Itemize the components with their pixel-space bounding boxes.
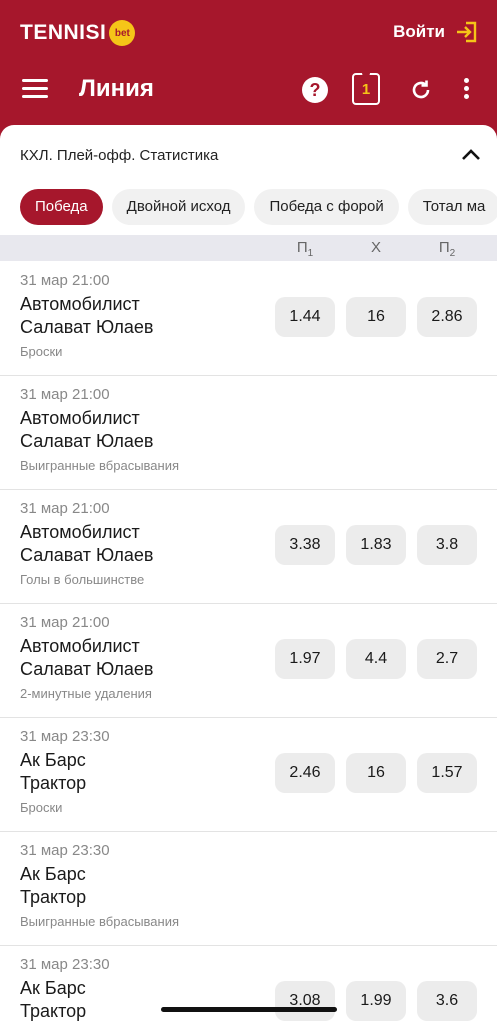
event-market: Выигранные вбрасывания [20, 914, 180, 929]
event-team-home: Автомобилист [20, 408, 140, 428]
league-title: КХЛ. Плей-офф. Статистика [20, 147, 219, 164]
odd-p2-button[interactable]: 1.57 [417, 753, 477, 793]
event-time: 31 мар 21:00 [20, 272, 110, 289]
event-team-home: Автомобилист [20, 294, 140, 314]
market-filter-tabs: Победа Двойной исход Победа с форой Тотал м… [20, 189, 497, 225]
top-app-bar: TENNISI bet Войти Линия ? 1 [0, 0, 497, 125]
event-team-home: Ак Барс [20, 978, 86, 998]
odd-p1-button[interactable]: 1.44 [275, 297, 335, 337]
event-time: 31 мар 21:00 [20, 500, 110, 517]
event-team-away: Салават Юлаев [20, 317, 154, 337]
filter-chip-win[interactable]: Победа [20, 189, 103, 225]
brand-logo: TENNISI bet [20, 20, 136, 46]
event-team-away: Трактор [20, 773, 87, 793]
login-icon [457, 21, 477, 43]
home-indicator[interactable] [161, 1007, 337, 1012]
login-label: Войти [393, 22, 445, 41]
event-row[interactable]: 31 мар 21:00 Автомобилист Салават Юлаев … [0, 376, 497, 490]
event-row[interactable]: 31 мар 23:30 Ак Барс Трактор Выигранные … [0, 832, 497, 946]
brand-badge: bet [109, 20, 136, 46]
column-p1: П1 [296, 239, 314, 259]
filter-chip-handicap[interactable]: Победа с форой [254, 189, 399, 225]
event-team-home: Автомобилист [20, 636, 140, 656]
event-time: 31 мар 23:30 [20, 842, 110, 859]
odd-p1-button[interactable]: 1.97 [275, 639, 335, 679]
event-team-away: Салават Юлаев [20, 659, 154, 679]
event-market: Броски [20, 800, 63, 815]
odds-column-header: П1 X П2 [0, 235, 497, 261]
odd-p2-button[interactable]: 2.7 [417, 639, 477, 679]
odd-p2-button[interactable]: 3.6 [417, 981, 477, 1021]
event-team-away: Трактор [20, 887, 87, 907]
odd-x-button[interactable]: 1.99 [346, 981, 406, 1021]
event-row[interactable]: 31 мар 21:00 Автомобилист Салават Юлаев … [0, 490, 497, 604]
event-row[interactable]: 31 мар 23:30 Ак Барс Трактор Броски 2.46… [0, 718, 497, 832]
menu-icon[interactable] [22, 77, 48, 101]
odd-p1-button[interactable]: 2.46 [275, 753, 335, 793]
event-time: 31 мар 21:00 [20, 614, 110, 631]
event-market: Броски [20, 344, 63, 359]
line-sheet: КХЛ. Плей-офф. Статистика Победа Двойной … [0, 125, 497, 1023]
odd-p2-button[interactable]: 3.8 [417, 525, 477, 565]
coupon-icon[interactable]: 1 [352, 72, 380, 105]
event-time: 31 мар 23:30 [20, 728, 110, 745]
login-button[interactable]: Войти [393, 20, 479, 44]
page-title: Линия [79, 75, 154, 102]
event-team-away: Салават Юлаев [20, 545, 154, 565]
column-x: X [370, 239, 381, 256]
event-team-away: Трактор [20, 1001, 87, 1021]
event-time: 31 мар 23:30 [20, 956, 110, 973]
odd-p2-button[interactable]: 2.86 [417, 297, 477, 337]
odd-p1-button[interactable]: 3.08 [275, 981, 335, 1021]
more-options-icon[interactable] [462, 78, 470, 102]
event-team-home: Ак Барс [20, 864, 86, 884]
odd-p1-button[interactable]: 3.38 [275, 525, 335, 565]
refresh-icon[interactable] [409, 78, 433, 102]
chevron-up-icon[interactable] [461, 147, 481, 161]
help-icon[interactable]: ? [302, 77, 328, 103]
event-team-away: Салават Юлаев [20, 431, 154, 451]
odd-x-button[interactable]: 4.4 [346, 639, 406, 679]
event-market: Голы в большинстве [20, 572, 145, 587]
event-row[interactable]: 31 мар 21:00 Автомобилист Салават Юлаев … [0, 262, 497, 376]
event-team-home: Автомобилист [20, 522, 140, 542]
event-team-home: Ак Барс [20, 750, 86, 770]
odd-x-button[interactable]: 16 [346, 753, 406, 793]
filter-chip-total[interactable]: Тотал ма [407, 189, 497, 225]
event-row[interactable]: 31 мар 21:00 Автомобилист Салават Юлаев … [0, 604, 497, 718]
brand-name: TENNISI [20, 21, 107, 44]
event-time: 31 мар 21:00 [20, 386, 110, 403]
event-market: 2-минутные удаления [20, 686, 152, 701]
odd-x-button[interactable]: 1.83 [346, 525, 406, 565]
odd-x-button[interactable]: 16 [346, 297, 406, 337]
event-market: Выигранные вбрасывания [20, 458, 180, 473]
column-p2: П2 [438, 239, 456, 259]
filter-chip-double-chance[interactable]: Двойной исход [111, 189, 246, 225]
